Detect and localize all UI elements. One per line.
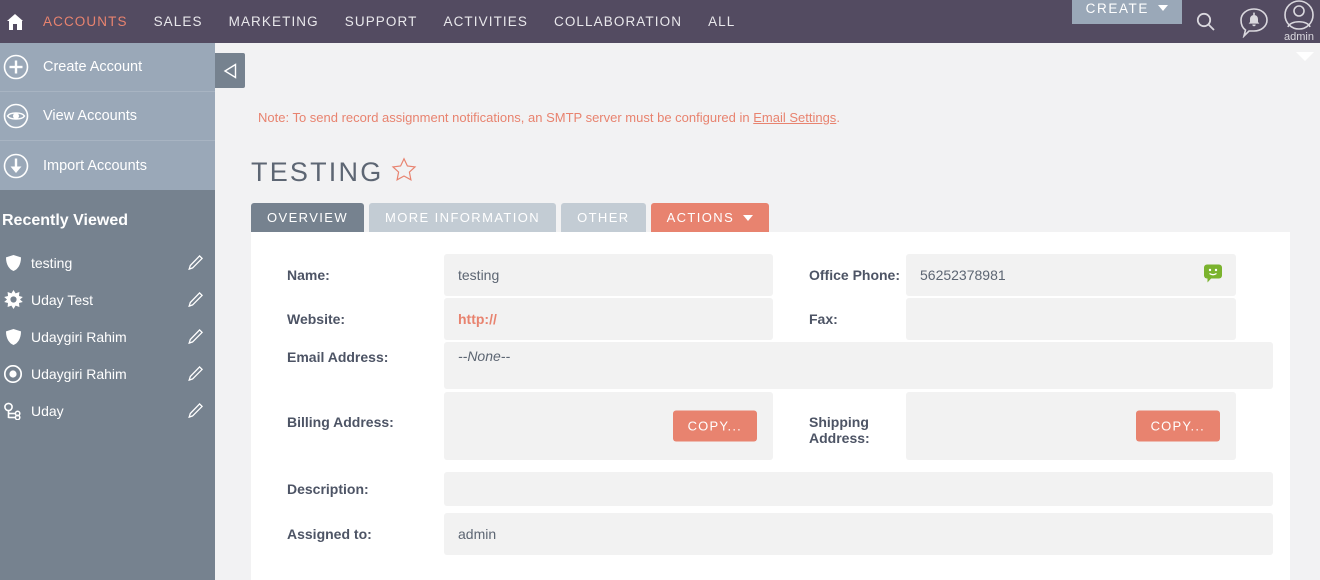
field-label-fax: Fax: [809, 311, 838, 327]
field-value-name[interactable]: testing [444, 254, 773, 296]
burst-star-icon [2, 290, 24, 309]
chevron-down-icon [743, 214, 754, 221]
nav-item-all[interactable]: ALL [695, 0, 748, 43]
nav-item-collaboration[interactable]: COLLABORATION [541, 0, 695, 43]
create-button[interactable]: CREATE [1071, 0, 1182, 24]
page-title: TESTING [251, 155, 417, 190]
tab-other[interactable]: OTHER [561, 203, 646, 232]
sidebar-actions-group: Create Account View Accounts Import Acco… [0, 43, 215, 190]
home-icon[interactable] [0, 0, 30, 43]
field-value-office-phone[interactable]: 56252378981 [906, 254, 1236, 296]
nav-item-accounts[interactable]: ACCOUNTS [30, 0, 141, 43]
recently-viewed-heading: Recently Viewed [2, 212, 128, 229]
collapse-left-icon [223, 62, 236, 79]
tab-overview[interactable]: OVERVIEW [251, 203, 365, 232]
field-value-website[interactable]: http:// [444, 298, 773, 340]
field-label-website: Website: [287, 311, 346, 327]
smtp-note-prefix: Note: To send record assignment notifica… [258, 110, 754, 125]
shield-icon [2, 328, 24, 346]
create-button-label: CREATE [1085, 0, 1149, 16]
avatar-icon [1284, 0, 1314, 30]
sidebar-item-label: View Accounts [43, 108, 138, 124]
sms-chat-icon[interactable] [1202, 263, 1224, 288]
sidebar-item-label: Create Account [43, 59, 143, 75]
detail-panel: Name: testing Office Phone: 56252378981 … [251, 232, 1290, 580]
sidebar-item-import-accounts[interactable]: Import Accounts [0, 141, 215, 190]
download-circle-icon [3, 153, 29, 179]
page-title-text: TESTING [251, 157, 384, 187]
pencil-icon[interactable] [187, 292, 203, 307]
list-item[interactable]: Udaygiri Rahim [0, 355, 215, 392]
eye-circle-icon [3, 103, 29, 129]
field-label-assigned-to: Assigned to: [287, 526, 372, 542]
list-item[interactable]: Udaygiri Rahim [0, 318, 215, 355]
field-value-assigned-to[interactable]: admin [444, 513, 1273, 555]
smtp-note: Note: To send record assignment notifica… [258, 110, 840, 125]
list-item[interactable]: Uday Test [0, 281, 215, 318]
shipping-copy-button[interactable]: COPY... [1135, 410, 1220, 442]
nav-item-sales[interactable]: SALES [141, 0, 216, 43]
nav-item-support[interactable]: SUPPORT [332, 0, 431, 43]
field-label-billing-address: Billing Address: [287, 414, 394, 430]
field-value-email[interactable]: --None-- [444, 342, 1273, 389]
billing-copy-button[interactable]: COPY... [672, 410, 757, 442]
field-label-office-phone: Office Phone: [809, 267, 901, 283]
field-label-name: Name: [287, 267, 330, 283]
field-label-shipping-address: Shipping Address: [809, 414, 870, 446]
field-value-description[interactable] [444, 472, 1273, 506]
website-link[interactable]: http:// [458, 311, 497, 327]
tab-more-information[interactable]: MORE INFORMATION [369, 203, 557, 232]
sidebar: Create Account View Accounts Import Acco… [0, 43, 215, 580]
tab-bar: OVERVIEW MORE INFORMATION OTHER ACTIONS [251, 203, 770, 232]
top-navigation-bar: ACCOUNTS SALES MARKETING SUPPORT ACTIVIT… [0, 0, 1320, 43]
notification-bell-icon[interactable] [1230, 0, 1278, 43]
field-value-fax[interactable] [906, 298, 1236, 340]
sidebar-item-create-account[interactable]: Create Account [0, 43, 215, 92]
list-item-label: testing [31, 254, 73, 271]
field-value-shipping-address[interactable]: COPY... [906, 392, 1236, 460]
plus-circle-icon [3, 54, 29, 80]
star-outline-icon[interactable] [391, 157, 417, 190]
avatar[interactable]: admin [1278, 0, 1320, 43]
list-item[interactable]: Uday [0, 392, 215, 429]
avatar-label: admin [1284, 31, 1314, 43]
shield-icon [2, 254, 24, 272]
field-value-billing-address[interactable]: COPY... [444, 392, 773, 460]
contact-icon [2, 402, 24, 420]
list-item-label: Uday [31, 402, 64, 419]
nav-item-marketing[interactable]: MARKETING [216, 0, 332, 43]
tab-actions[interactable]: ACTIONS [650, 203, 770, 232]
chevron-down-icon [1158, 5, 1168, 11]
office-phone-text: 56252378981 [920, 267, 1006, 283]
email-settings-link[interactable]: Email Settings [753, 110, 836, 125]
pencil-icon[interactable] [187, 366, 203, 381]
smtp-note-suffix: . [836, 110, 840, 125]
list-item[interactable]: testing [0, 244, 215, 281]
target-icon [2, 364, 24, 383]
chevron-down-icon[interactable] [1296, 52, 1314, 61]
pencil-icon[interactable] [187, 255, 203, 270]
nav-item-activities[interactable]: ACTIVITIES [430, 0, 541, 43]
list-item-label: Udaygiri Rahim [31, 328, 127, 345]
sidebar-collapse-button[interactable] [215, 53, 245, 88]
sidebar-item-view-accounts[interactable]: View Accounts [0, 92, 215, 141]
nav-right-group: CREATE admin [1071, 0, 1320, 43]
sidebar-item-label: Import Accounts [43, 157, 147, 174]
email-value-text: --None-- [458, 348, 511, 364]
field-label-description: Description: [287, 481, 369, 497]
pencil-icon[interactable] [187, 329, 203, 344]
list-item-label: Udaygiri Rahim [31, 365, 127, 382]
list-item-label: Uday Test [31, 291, 93, 308]
tab-actions-label: ACTIONS [666, 210, 735, 225]
field-label-email: Email Address: [287, 349, 389, 365]
search-icon[interactable] [1182, 0, 1230, 43]
pencil-icon[interactable] [187, 403, 203, 418]
